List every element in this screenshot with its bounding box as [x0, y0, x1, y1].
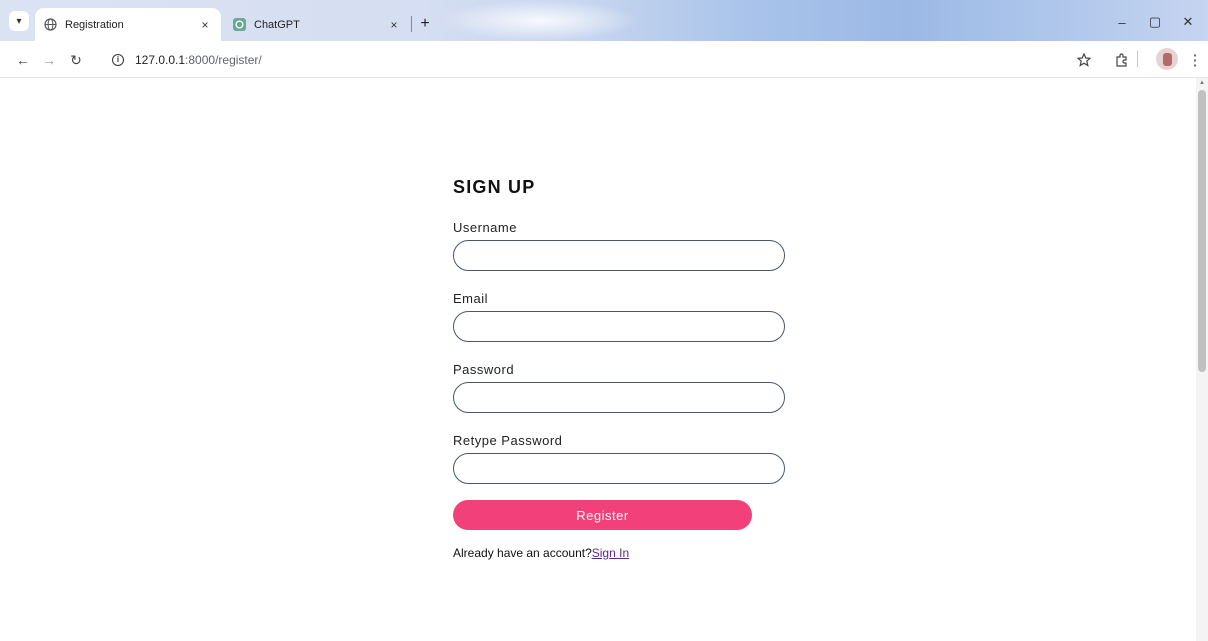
reload-icon[interactable]: ↻ — [65, 49, 87, 71]
tab-title: ChatGPT — [254, 18, 300, 31]
address-bar[interactable]: i 127.0.0.1:8000/register/ — [102, 46, 1186, 73]
signup-form: SIGN UP Username Email Password Retype P… — [453, 177, 793, 560]
page-scrollbar[interactable]: ▲ — [1196, 78, 1208, 641]
browser-toolbar: ← → ↻ i 127.0.0.1:8000/register/ ⋮ — [0, 41, 1208, 78]
new-tab-button[interactable]: + — [415, 14, 435, 34]
username-label: Username — [453, 220, 517, 235]
toolbar-divider — [1137, 51, 1138, 67]
profile-avatar-image — [1162, 52, 1172, 66]
email-label: Email — [453, 291, 489, 306]
profile-avatar[interactable] — [1156, 48, 1178, 70]
back-arrow-icon[interactable]: ← — [12, 49, 34, 71]
url-path: :8000/register/ — [185, 52, 262, 67]
url-text: 127.0.0.1:8000/register/ — [135, 53, 262, 67]
username-input[interactable] — [453, 240, 785, 271]
page-title: SIGN UP — [453, 177, 536, 197]
tab-registration[interactable]: Registration × — [35, 8, 221, 41]
forward-arrow-icon[interactable]: → — [38, 49, 60, 71]
tab-strip-glow — [440, 0, 640, 41]
tab-strip: ▾ Registration × ChatGPT × + – ▢ ✕ — [0, 0, 1208, 41]
tab-chatgpt[interactable]: ChatGPT × — [227, 8, 410, 41]
bookmark-star-icon[interactable] — [1073, 49, 1095, 71]
password-input[interactable] — [453, 382, 785, 413]
signin-prompt-text: Already have an account? — [453, 546, 592, 560]
tab-title: Registration — [65, 18, 124, 31]
chevron-down-icon: ▾ — [16, 15, 22, 27]
maximize-button[interactable]: ▢ — [1140, 12, 1170, 32]
signin-link[interactable]: Sign In — [592, 546, 629, 560]
globe-icon — [44, 18, 57, 31]
close-tab-icon[interactable]: × — [386, 17, 402, 33]
more-menu-icon[interactable]: ⋮ — [1184, 49, 1206, 71]
url-host: 127.0.0.1 — [135, 52, 186, 67]
register-button[interactable]: Register — [453, 500, 752, 530]
page-content: SIGN UP Username Email Password Retype P… — [0, 78, 1196, 641]
chatgpt-icon — [233, 18, 246, 31]
retype-password-input[interactable] — [453, 453, 785, 484]
tab-search-button[interactable]: ▾ — [9, 11, 29, 31]
site-info-icon[interactable]: i — [112, 53, 124, 66]
scroll-thumb[interactable] — [1198, 90, 1206, 372]
close-window-button[interactable]: ✕ — [1173, 12, 1203, 32]
extensions-puzzle-icon[interactable] — [1111, 49, 1133, 71]
retype-password-label: Retype Password — [453, 433, 563, 448]
close-tab-icon[interactable]: × — [197, 17, 213, 33]
signin-prompt: Already have an account?Sign In — [453, 546, 793, 560]
tab-separator — [411, 16, 412, 32]
minimize-button[interactable]: – — [1107, 12, 1137, 32]
scroll-up-arrow-icon[interactable]: ▲ — [1196, 80, 1208, 90]
email-input[interactable] — [453, 311, 785, 342]
password-label: Password — [453, 362, 515, 377]
